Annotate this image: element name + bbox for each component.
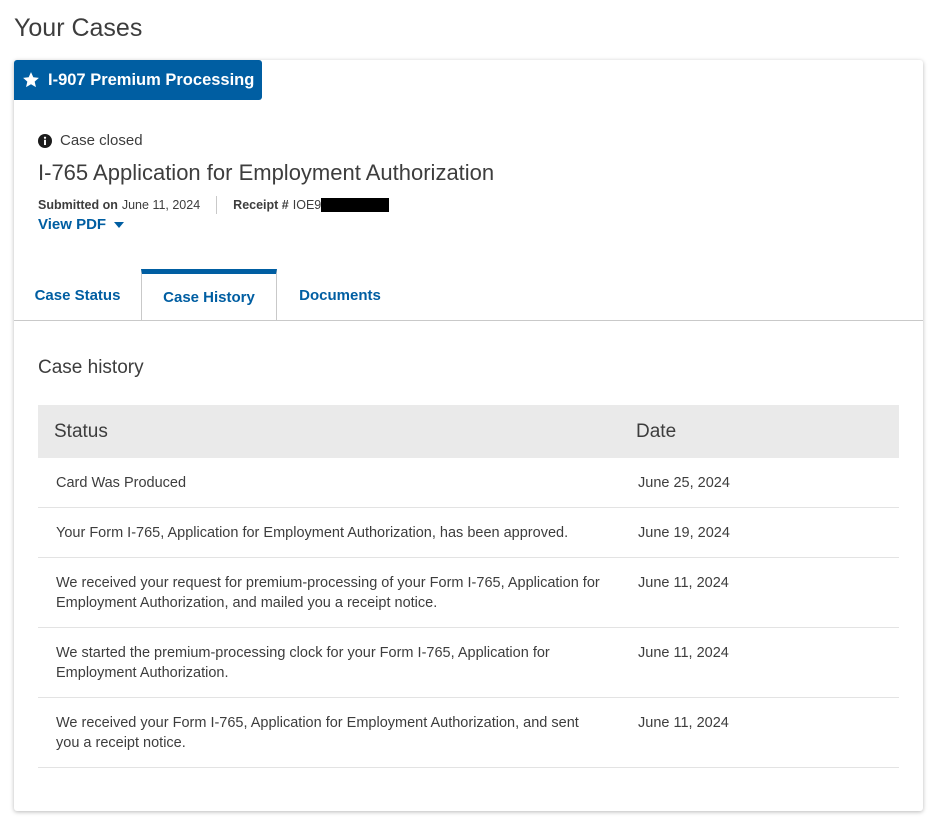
table-row: We received your request for premium-pro… [38, 557, 899, 628]
status-column-header: Status [38, 405, 626, 458]
case-meta: Submitted on June 11, 2024 Receipt # IOE… [38, 196, 390, 214]
case-status-line: Case closed [38, 132, 143, 149]
receipt-redaction [321, 198, 390, 212]
history-date: June 19, 2024 [626, 507, 899, 558]
history-date: June 25, 2024 [626, 458, 899, 508]
view-pdf-button[interactable]: View PDF [38, 216, 125, 233]
tab-label: Case Status [34, 287, 121, 304]
case-history-table: Status Date Card Was Produced June 25, 2… [38, 405, 899, 768]
history-date: June 11, 2024 [626, 557, 899, 628]
info-circle-icon [38, 133, 52, 148]
history-status: We started the premium-processing clock … [38, 627, 626, 698]
case-history-title: Case history [38, 357, 144, 378]
premium-processing-badge: I-907 Premium Processing [14, 60, 263, 100]
history-status: Your Form I-765, Application for Employm… [38, 507, 626, 558]
case-title: I-765 Application for Employment Authori… [38, 160, 495, 185]
date-column-header: Date [626, 405, 899, 458]
history-status: We received your Form I-765, Application… [38, 697, 626, 768]
tab-label: Case History [163, 288, 255, 306]
table-row: Your Form I-765, Application for Employm… [38, 507, 899, 558]
case-status-text: Case closed [60, 132, 143, 149]
history-status: We received your request for premium-pro… [38, 557, 626, 628]
tab-documents[interactable]: Documents [277, 270, 403, 321]
table-row: We started the premium-processing clock … [38, 627, 899, 698]
tab-case-history[interactable]: Case History [141, 269, 277, 321]
history-date: June 11, 2024 [626, 697, 899, 768]
table-row: We received your Form I-765, Application… [38, 697, 899, 768]
submitted-date: June 11, 2024 [121, 198, 201, 212]
page-title: Your Cases [14, 14, 143, 42]
star-icon [23, 72, 39, 88]
receipt-label: Receipt # [233, 198, 289, 212]
tab-case-status[interactable]: Case Status [14, 270, 141, 321]
tab-label: Documents [299, 287, 381, 304]
table-header-row: Status Date [38, 405, 899, 458]
view-pdf-label: View PDF [38, 216, 107, 233]
meta-divider [216, 196, 218, 214]
caret-down-icon [114, 221, 125, 228]
history-date: June 11, 2024 [626, 627, 899, 698]
badge-label: I-907 Premium Processing [48, 70, 255, 89]
submitted-label: Submitted on [38, 198, 118, 212]
case-card: I-907 Premium Processing Case closed I-7… [14, 60, 923, 811]
tabs-divider [14, 320, 923, 321]
history-status: Card Was Produced [38, 458, 626, 508]
table-row: Card Was Produced June 25, 2024 [38, 458, 899, 508]
receipt-number: IOE9 [292, 198, 322, 212]
